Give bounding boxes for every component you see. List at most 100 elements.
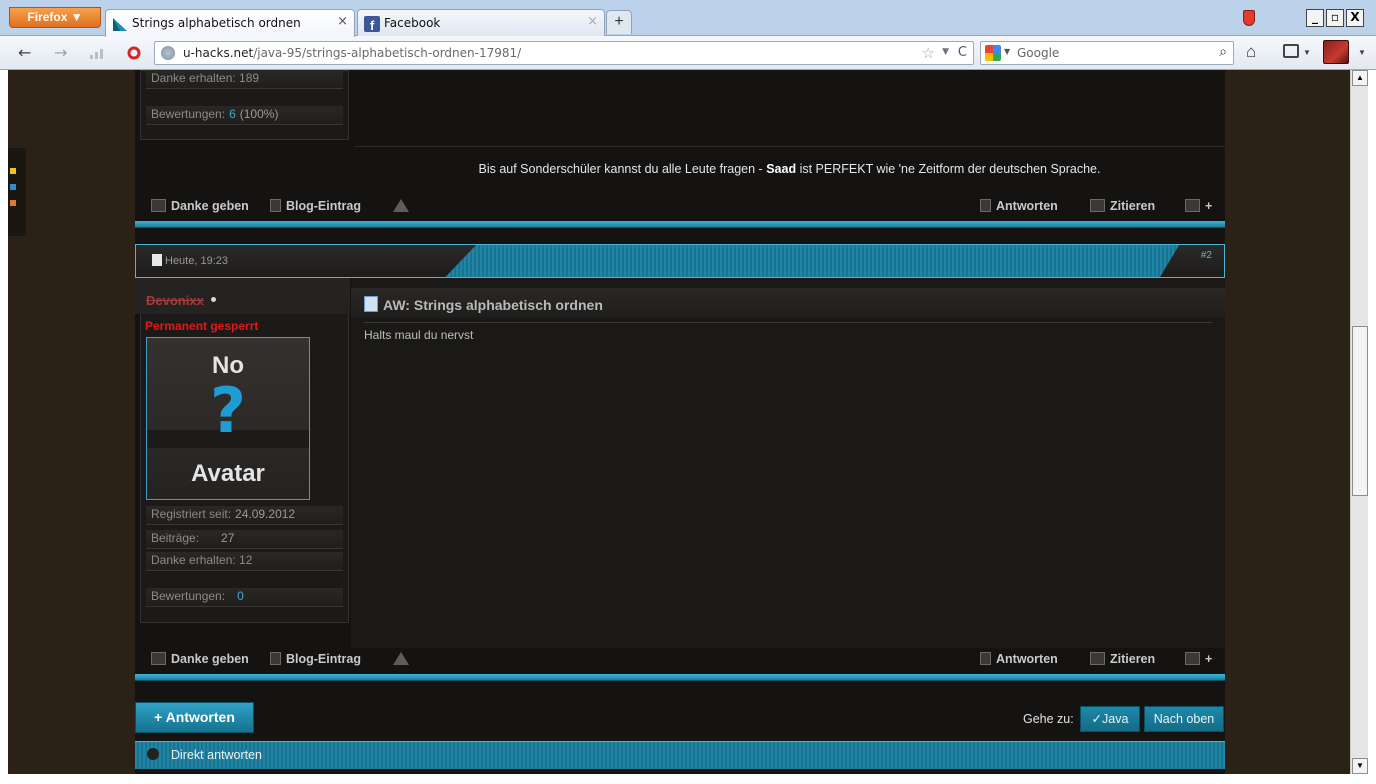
ratings-value[interactable]: 6 [229,107,236,121]
new-tab-button[interactable]: + [606,10,632,34]
blog-entry-button[interactable]: Blog-Eintrag [270,199,361,213]
security-shield-icon[interactable] [1243,10,1255,26]
close-window-button[interactable]: X [1346,9,1364,27]
restore-button[interactable]: ▫ [1326,9,1344,27]
tab-facebook[interactable]: f Facebook × [357,9,605,36]
reply-icon [980,652,991,665]
post-count: Beiträge: 27 [146,530,343,549]
home-icon[interactable]: ⌂ [1246,42,1256,62]
bookmark-star-icon[interactable]: ☆ [922,44,935,62]
quick-reply-bar[interactable]: Direkt antworten [135,741,1225,769]
side-widget-blue-icon [10,184,16,190]
signature-text-end: ist PERFEKT wie 'ne Zeitform der deutsch… [799,162,1101,176]
goto-java-button[interactable]: ✓Java [1080,706,1140,732]
back-arrow-icon[interactable]: ← [18,43,31,62]
toolbar-overflow-icon[interactable]: ▼ [1358,48,1366,57]
scroll-up-arrow-icon[interactable]: ▲ [1352,70,1368,86]
post-title-divider [364,322,1212,323]
tab-close-icon[interactable]: × [337,14,348,29]
report-button[interactable] [393,652,409,666]
side-widget-orange-icon [10,200,16,206]
page-scrollbar[interactable]: ▲ ▼ [1350,70,1368,774]
registered-since: Registriert seit: 24.09.2012 [146,506,343,525]
multiquote-icon [1185,199,1200,212]
post2-action-bar: Danke geben Blog-Eintrag Antworten Zitie… [135,646,1225,674]
back-to-top-button[interactable]: Nach oben [1144,706,1224,732]
post2-header: Heute, 19:23 #2 [135,244,1225,278]
warning-icon [393,199,409,212]
quote-button[interactable]: Zitieren [1090,652,1155,666]
post-number-link[interactable]: #2 [1201,250,1212,261]
quote-button[interactable]: Zitieren [1090,199,1155,213]
username-link[interactable]: Devonixx [146,293,204,308]
tab-title: Strings alphabetisch ordnen [132,16,301,30]
scroll-down-arrow-icon[interactable]: ▼ [1352,758,1368,774]
uhacks-favicon-icon [113,18,127,31]
post-title: AW: Strings alphabetisch ordnen [364,296,603,313]
tab-close-icon[interactable]: × [587,14,598,29]
tab-strings-alphabetisch[interactable]: Strings alphabetisch ordnen × [105,9,355,37]
blog-icon [270,199,281,212]
avatar[interactable]: No ? Avatar [146,337,310,500]
search-input[interactable]: Google [1017,46,1059,60]
page-content: Danke erhalten: 189 Bewertungen: 6 (100%) … [0,70,1350,774]
user-status: Permanent gesperrt [145,319,259,333]
tab-title: Facebook [384,16,441,30]
thanks-label: Danke geben [171,652,249,666]
blog-entry-button[interactable]: Blog-Eintrag [270,652,361,666]
multiquote-button[interactable]: + [1185,199,1212,213]
quote-icon [1090,199,1105,212]
avatar-avatar-text: Avatar [191,460,265,487]
signature-bold-name: Saad [766,162,797,176]
offline-status-icon [211,297,216,302]
scroll-thumb[interactable] [1352,326,1368,496]
blog-label: Blog-Eintrag [286,652,361,666]
thanks-button[interactable]: Danke geben [151,652,249,666]
quote-icon [1090,652,1105,665]
post2-body [351,278,1225,648]
side-social-widget[interactable] [8,148,26,236]
minimize-button[interactable]: _ [1306,9,1324,27]
window-bottom-edge [0,774,1376,784]
header-dark-right [1160,245,1224,277]
multiquote-button[interactable]: + [1185,652,1212,666]
url-host: u-hacks.net [183,46,254,60]
post1-ratings: Bewertungen: 6 (100%) [146,106,343,125]
post-doc-icon [152,254,162,266]
post1-divider [135,221,1225,228]
new-reply-button[interactable]: + Antworten [135,702,254,733]
reply-button[interactable]: Antworten [980,652,1058,666]
side-widget-star-icon [10,168,16,174]
ratings-value[interactable]: 0 [237,589,244,603]
reply-label: Antworten [996,199,1058,213]
goto-label: Gehe zu: [1023,712,1074,726]
post-message: Halts maul du nervst [364,328,474,342]
signature-text: Bis auf Sonderschüler kannst du alle Leu… [478,162,763,176]
addon-avatar-icon[interactable] [1323,40,1349,64]
ratings: Bewertungen: 0 [146,588,343,607]
report-button[interactable] [393,199,409,213]
bookmarks-dropdown-icon[interactable]: ▼ [1303,48,1311,57]
bookmarks-icon[interactable] [1283,44,1299,58]
forward-arrow-icon[interactable]: → [54,43,67,62]
thanks-button[interactable]: Danke geben [151,199,249,213]
search-icon[interactable]: ⌕ [1219,44,1227,60]
firefox-menu-button[interactable]: Firefox ▼ [9,7,101,28]
multiquote-plus: + [1205,199,1213,213]
registered-label: Registriert seit: [151,507,232,521]
url-dropdown-icon[interactable]: ▼ [942,47,949,57]
ratings-label: Bewertungen: [151,107,226,121]
engine-dropdown-icon[interactable]: ▼ [1004,47,1010,56]
url-bar[interactable]: u-hacks.net/java-95/strings-alphabetisch… [154,41,974,65]
page-edge [0,70,8,774]
multiquote-plus: + [1205,652,1213,666]
site-identity-icon[interactable] [161,46,175,60]
google-engine-icon[interactable] [985,45,1001,61]
thanks-received: Danke erhalten: 12 [146,552,343,571]
search-bar[interactable]: ▼ Google ⌕ [980,41,1234,65]
quick-addon-icon[interactable] [127,46,141,60]
warning-icon [393,652,409,665]
svg-text:f: f [370,18,375,32]
reload-icon[interactable]: C [958,45,967,60]
reply-button[interactable]: Antworten [980,199,1058,213]
